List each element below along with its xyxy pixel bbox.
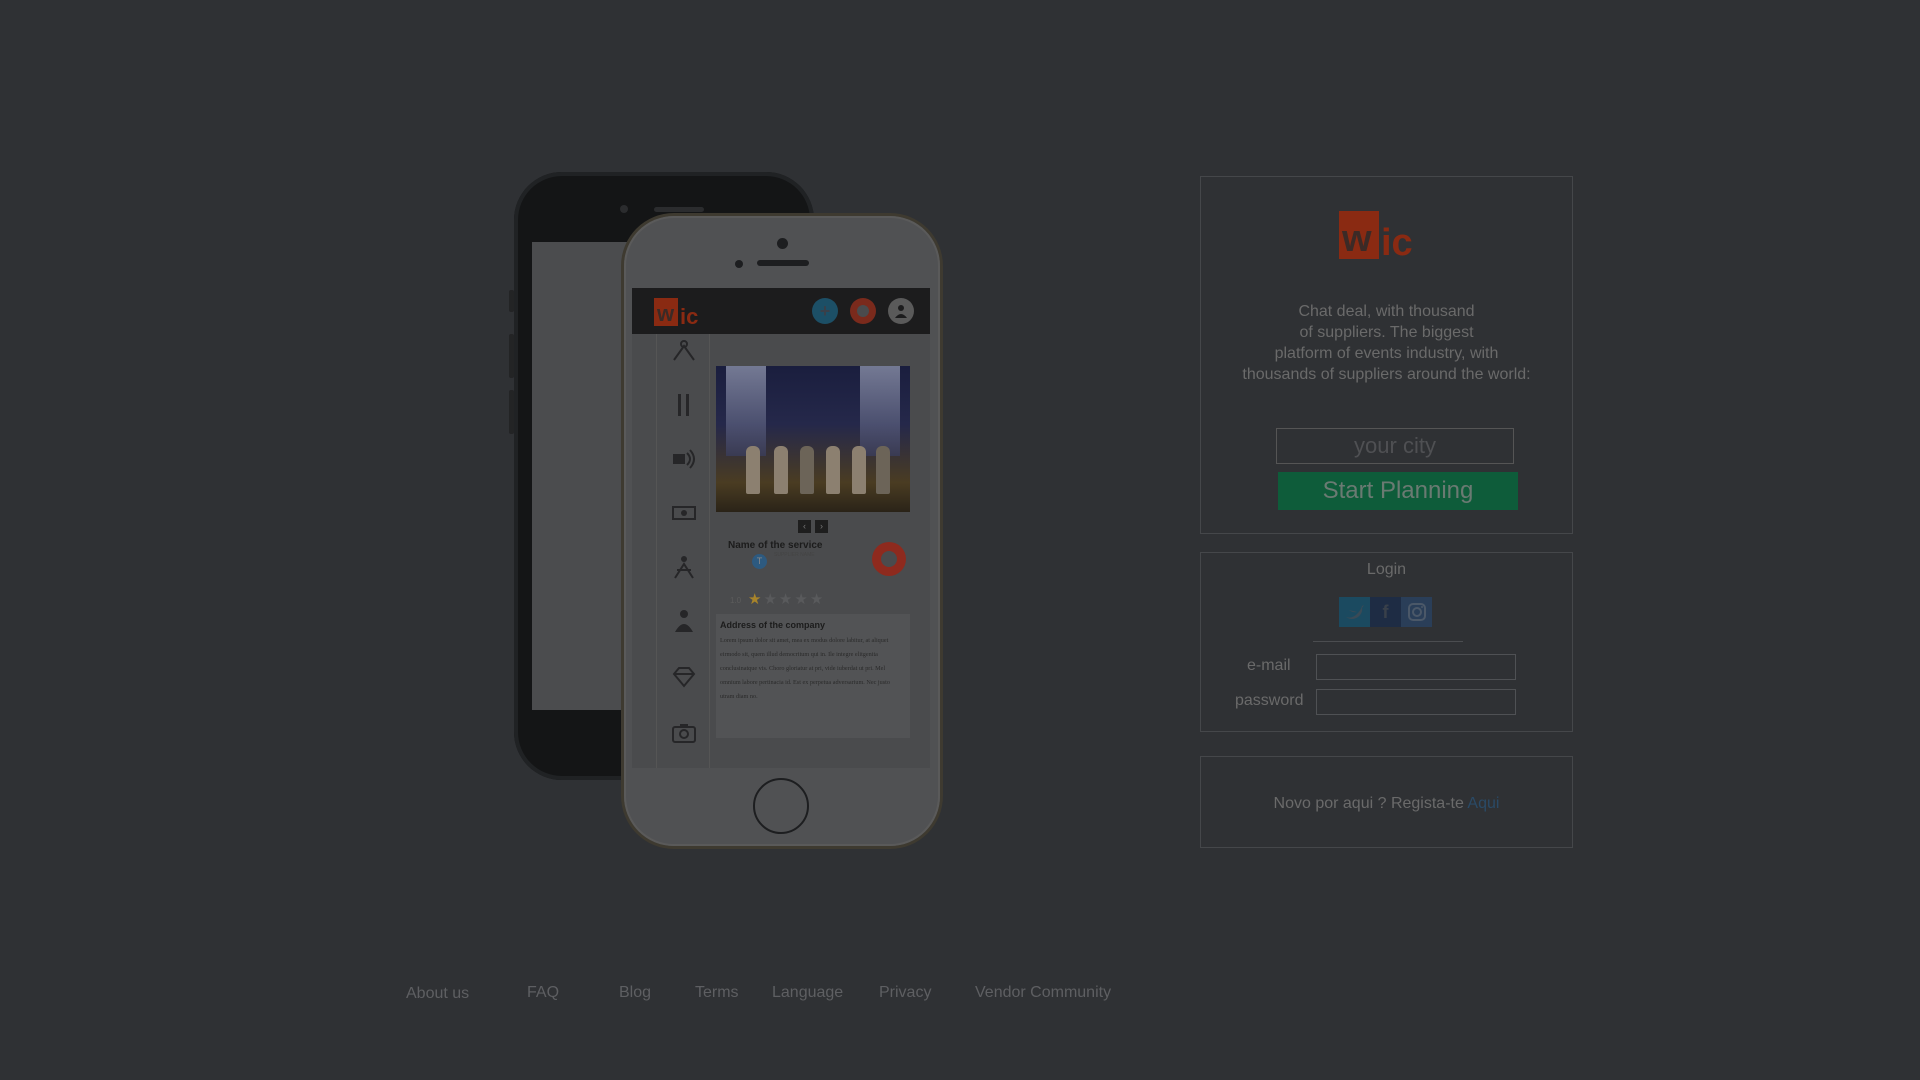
entertainment-icon[interactable] (671, 554, 697, 580)
tagline-line: Chat deal, with thousand (1298, 303, 1475, 320)
footer-link-terms[interactable]: Terms (695, 984, 739, 1002)
photo-pager: ‹ › (798, 520, 828, 533)
camera-icon[interactable] (671, 720, 697, 746)
wic-logo: w ic (654, 298, 698, 328)
supplier-avatar: T (752, 554, 767, 569)
svg-text:ic: ic (680, 304, 698, 328)
start-planning-button[interactable]: Start Planning (1278, 472, 1518, 510)
svg-text:ic: ic (1381, 222, 1413, 261)
add-icon[interactable]: + (812, 298, 838, 324)
star-empty-icon: ★ (778, 591, 795, 608)
svg-text:w: w (656, 301, 675, 326)
address-text: Lorem ipsum dolor sit amet, mea ex modus… (720, 637, 890, 700)
register-text: Novo por aqui ? Regista-te (1273, 795, 1468, 812)
facebook-icon[interactable]: f (1370, 597, 1401, 627)
service-photo (716, 366, 910, 512)
tagline-line: platform of events industry, with (1274, 345, 1499, 362)
rating-stars: ★★★★★ (748, 590, 825, 608)
email-label: e-mail (1247, 657, 1291, 674)
tagline-line: thousands of suppliers around the world: (1242, 366, 1531, 383)
app-screen: w ic + ‹ › Name of the service T SUPPLIE… (632, 288, 930, 768)
phone-camera (620, 205, 628, 213)
signup-panel: w ic Chat deal, with thousand of supplie… (1200, 176, 1573, 534)
password-label: password (1235, 692, 1304, 709)
app-header: w ic + (632, 288, 930, 334)
password-field[interactable] (1316, 689, 1516, 715)
twitter-icon[interactable] (1339, 597, 1370, 627)
address-box: Address of the company Lorem ipsum dolor… (716, 614, 910, 738)
login-title: Login (1366, 561, 1407, 578)
footer-link-blog[interactable]: Blog (619, 984, 651, 1002)
social-login: f (1339, 597, 1432, 627)
venue-icon[interactable] (671, 338, 697, 364)
service-detail: ‹ › Name of the service T SUPPLIER NAME … (714, 334, 930, 768)
email-field[interactable] (1316, 654, 1516, 680)
divider (1313, 641, 1463, 642)
chat-bubble-icon[interactable] (872, 542, 906, 576)
supplier-name: SUPPLIER NAME (774, 552, 815, 558)
footer-link-vendor-community[interactable]: Vendor Community (975, 984, 1111, 1002)
register-link[interactable]: Aqui (1467, 795, 1499, 812)
officiant-icon[interactable] (671, 608, 697, 634)
jewelry-icon[interactable] (671, 664, 697, 690)
rating-value: 1.0 (730, 596, 742, 605)
city-input[interactable] (1276, 428, 1514, 464)
star-empty-icon: ★ (763, 591, 779, 608)
next-photo-button[interactable]: › (815, 520, 828, 533)
star-filled-icon: ★ (748, 591, 764, 608)
login-panel: Login f e-mail password (1200, 552, 1573, 732)
address-title: Address of the company (720, 620, 826, 630)
category-sidebar (656, 334, 710, 768)
star-empty-icon: ★ (794, 591, 810, 608)
catering-icon[interactable] (671, 392, 697, 418)
phone-camera (777, 238, 788, 249)
star-empty-icon: ★ (809, 591, 826, 608)
footer-link-privacy[interactable]: Privacy (879, 984, 931, 1002)
chat-icon[interactable] (850, 298, 876, 324)
phone-speaker (654, 207, 704, 212)
service-name: Name of the service (728, 540, 823, 551)
svg-text:w: w (1341, 218, 1372, 260)
register-prompt: Novo por aqui ? Regista-te Aqui (1201, 795, 1572, 813)
decoration-icon[interactable] (671, 500, 697, 526)
tagline: Chat deal, with thousand of suppliers. T… (1201, 301, 1572, 385)
phone-home-button (753, 778, 809, 834)
prev-photo-button[interactable]: ‹ (798, 520, 811, 533)
phone-mockup-front: w ic + ‹ › Name of the service T SUPPLIE… (624, 216, 940, 846)
footer-link-language[interactable]: Language (772, 984, 843, 1002)
wic-logo: w ic (1339, 211, 1413, 261)
profile-icon[interactable] (888, 298, 914, 324)
phone-speaker (757, 260, 809, 266)
footer-link-faq[interactable]: FAQ (527, 984, 559, 1002)
footer-link-about[interactable]: About us (406, 985, 469, 1003)
sound-icon[interactable] (671, 446, 697, 472)
instagram-icon[interactable] (1401, 597, 1432, 627)
register-panel: Novo por aqui ? Regista-te Aqui (1200, 756, 1573, 848)
tagline-line: of suppliers. The biggest (1299, 324, 1474, 341)
phone-sensor (735, 260, 743, 268)
